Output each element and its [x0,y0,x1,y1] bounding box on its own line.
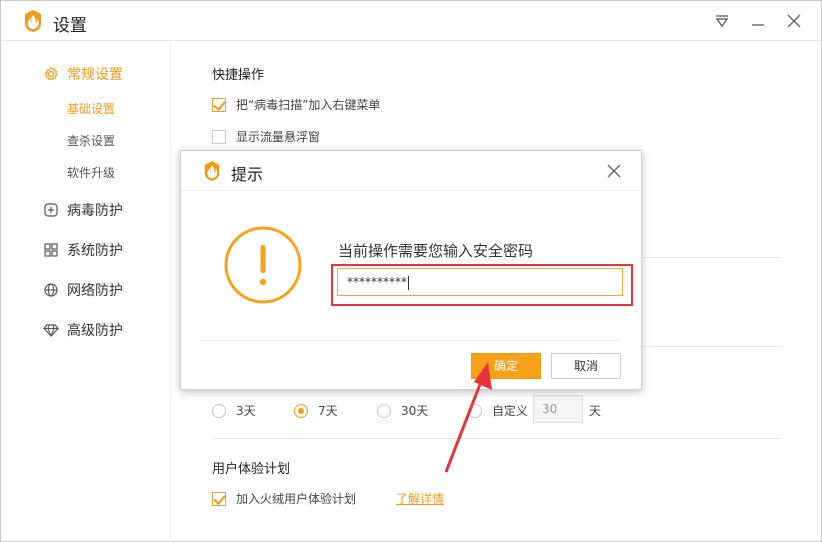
checkbox-traffic-float[interactable]: 显示流量悬浮窗 [212,128,320,145]
dialog-title: 提示 [231,165,264,184]
sidebar-item-label: 病毒防护 [67,203,123,219]
radio-label: 30天 [401,404,429,418]
close-window-button[interactable] [783,10,805,32]
sidebar-subitem-upgrade[interactable]: 软件升级 [67,164,115,181]
menu-triangle-icon [715,15,729,28]
sidebar-item-virus[interactable]: 病毒防护 [43,200,123,220]
sidebar-item-system[interactable]: 系统防护 [43,240,123,260]
learn-more-link[interactable]: 了解详情 [396,490,444,507]
dialog-prompt-text: 当前操作需要您输入安全密码 [338,242,534,260]
sidebar-item-general[interactable]: 常规设置 [43,64,123,84]
sidebar: 常规设置 基础设置 查杀设置 软件升级 病毒防护 系统防护 网络防护 高级防护 [1,42,171,542]
globe-icon [44,283,58,297]
password-prompt-dialog: 提示 当前操作需要您输入安全密码 ********** 确定 取消 [180,150,642,390]
title-bar: 设置 [1,1,821,41]
radio-3-days[interactable]: 3天 [212,402,256,419]
checkbox[interactable] [212,491,226,506]
close-icon [787,14,801,28]
close-icon[interactable] [605,162,623,180]
minimize-button[interactable] [747,10,769,32]
dropdown-menu-button[interactable] [711,10,733,32]
diamond-icon [43,324,59,338]
sidebar-item-label: 网络防护 [67,283,123,299]
annotation-arrow-icon [444,362,492,473]
radio-label: 3天 [236,404,256,418]
minimize-icon [752,24,764,26]
radio-30-days[interactable]: 30天 [377,402,428,419]
dialog-header: 提示 [181,151,641,191]
cancel-button[interactable]: 取消 [551,353,621,379]
checkbox[interactable] [212,129,226,144]
plus-square-icon [44,203,58,217]
radio-label: 7天 [318,404,338,418]
password-value: ********** [347,275,407,289]
checkbox-label: 加入火绒用户体验计划 [236,492,357,506]
radio-button[interactable] [212,403,226,418]
dialog-divider [201,340,621,341]
section-title-shortcut: 快捷操作 [212,68,265,83]
radio-7-days[interactable]: 7天 [294,402,338,419]
section-title-ux-plan: 用户体验计划 [212,462,291,477]
checkbox-ux-plan[interactable]: 加入火绒用户体验计划 [212,490,356,507]
checkbox-label: 把“病毒扫描”加入右键菜单 [236,98,381,112]
sidebar-subitem-basic[interactable]: 基础设置 [67,100,115,117]
password-input[interactable]: ********** [337,268,623,296]
sidebar-item-label: 高级防护 [67,323,123,339]
checkbox-label: 显示流量悬浮窗 [236,130,321,144]
sidebar-item-network[interactable]: 网络防护 [43,280,123,300]
gear-icon [44,66,58,81]
checkbox-right-click-menu[interactable]: 把“病毒扫描”加入右键菜单 [212,96,380,113]
radio-button[interactable] [294,403,308,418]
sidebar-subitem-scan[interactable]: 查杀设置 [67,132,115,149]
days-unit: 天 [589,404,602,418]
custom-days-input[interactable]: 30 [533,395,583,423]
app-logo-icon [25,10,41,32]
sidebar-item-label: 系统防护 [67,243,123,259]
checkbox[interactable] [212,97,226,112]
warning-icon [224,226,302,304]
sidebar-item-label: 常规设置 [67,67,123,83]
windows-grid-icon [44,243,58,257]
sidebar-item-advanced[interactable]: 高级防护 [43,320,123,340]
text-caret [408,275,409,290]
radio-button[interactable] [377,403,391,418]
window-title: 设置 [53,16,87,36]
app-logo-icon [204,161,220,181]
